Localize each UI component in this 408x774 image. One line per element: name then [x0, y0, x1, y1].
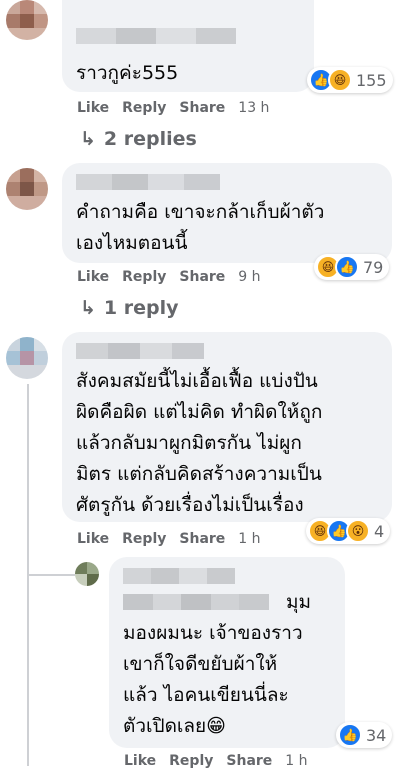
- timestamp[interactable]: 1 h: [285, 753, 307, 769]
- share-button[interactable]: Share: [179, 531, 225, 547]
- wow-icon: 😮: [346, 519, 370, 543]
- like-button[interactable]: Like: [124, 753, 156, 769]
- avatar[interactable]: [6, 0, 48, 40]
- comment-text: สังคมสมัยนี้ไม่เอื้อเฟื้อ แบ่งปัน ผิดคือ…: [76, 370, 323, 516]
- reaction-count: 34: [366, 725, 387, 745]
- view-replies-button[interactable]: ↳ 1 reply: [80, 297, 179, 319]
- reaction-summary[interactable]: 👍 34: [336, 722, 393, 748]
- like-button[interactable]: Like: [77, 531, 109, 547]
- reply-button[interactable]: Reply: [122, 531, 166, 547]
- like-icon: 👍: [338, 723, 362, 747]
- timestamp[interactable]: 9 h: [238, 269, 260, 285]
- reaction-summary[interactable]: 👍 😆 155: [307, 67, 393, 93]
- author-name-redacted[interactable]: [76, 28, 236, 44]
- reply-actions: Like Reply Share 1 h: [124, 753, 308, 769]
- comment-actions: Like Reply Share 13 h: [77, 100, 269, 116]
- reply-text: มองผมนะ เจ้าของราว เขาก็ใจดีขยับผ้าให้ แ…: [123, 622, 303, 737]
- timestamp[interactable]: 13 h: [238, 100, 269, 116]
- reaction-count: 155: [356, 70, 387, 90]
- timestamp[interactable]: 1 h: [238, 531, 260, 547]
- reply-bubble: มุม มองผมนะ เจ้าของราว เขาก็ใจดีขยับผ้าใ…: [109, 557, 345, 748]
- author-name-redacted[interactable]: [123, 594, 269, 610]
- avatar[interactable]: [75, 562, 99, 586]
- reaction-summary[interactable]: 😆 👍 😮 4: [306, 518, 391, 544]
- author-name-redacted[interactable]: [123, 568, 235, 584]
- comment-bubble: คำถามคือ เขาจะกล้าเก็บผ้าตัว เองไหมตอนนี…: [62, 163, 392, 263]
- author-name-redacted[interactable]: [76, 174, 220, 190]
- comment-text: ราวกูค่ะ555: [76, 62, 179, 84]
- like-button[interactable]: Like: [77, 100, 109, 116]
- avatar[interactable]: [6, 337, 48, 379]
- replies-label: 1 reply: [103, 297, 179, 319]
- reply-button[interactable]: Reply: [169, 753, 213, 769]
- reply-button[interactable]: Reply: [122, 269, 166, 285]
- replies-label: 2 replies: [103, 128, 197, 150]
- avatar[interactable]: [6, 168, 48, 210]
- comment-actions: Like Reply Share 9 h: [77, 269, 261, 285]
- haha-icon: 😆: [328, 68, 352, 92]
- share-button[interactable]: Share: [226, 753, 272, 769]
- like-icon: 👍: [335, 255, 359, 279]
- view-replies-button[interactable]: ↳ 2 replies: [80, 128, 197, 150]
- reaction-count: 79: [363, 257, 384, 277]
- share-button[interactable]: Share: [179, 100, 225, 116]
- comment-bubble: ราวกูค่ะ555: [62, 0, 314, 92]
- like-button[interactable]: Like: [77, 269, 109, 285]
- reply-arrow-icon: ↳: [80, 128, 96, 150]
- comment-actions: Like Reply Share 1 h: [77, 531, 261, 547]
- reply-text-first-line: มุม: [286, 591, 312, 613]
- comment-text: คำถามคือ เขาจะกล้าเก็บผ้าตัว เองไหมตอนนี…: [76, 201, 325, 254]
- reply-connector: [27, 574, 75, 576]
- reaction-summary[interactable]: 😆 👍 79: [314, 254, 390, 280]
- reply-button[interactable]: Reply: [122, 100, 166, 116]
- share-button[interactable]: Share: [179, 269, 225, 285]
- reply-arrow-icon: ↳: [80, 297, 96, 319]
- author-name-redacted[interactable]: [76, 343, 204, 359]
- comment-bubble: สังคมสมัยนี้ไม่เอื้อเฟื้อ แบ่งปัน ผิดคือ…: [62, 332, 392, 522]
- reaction-count: 4: [374, 521, 385, 541]
